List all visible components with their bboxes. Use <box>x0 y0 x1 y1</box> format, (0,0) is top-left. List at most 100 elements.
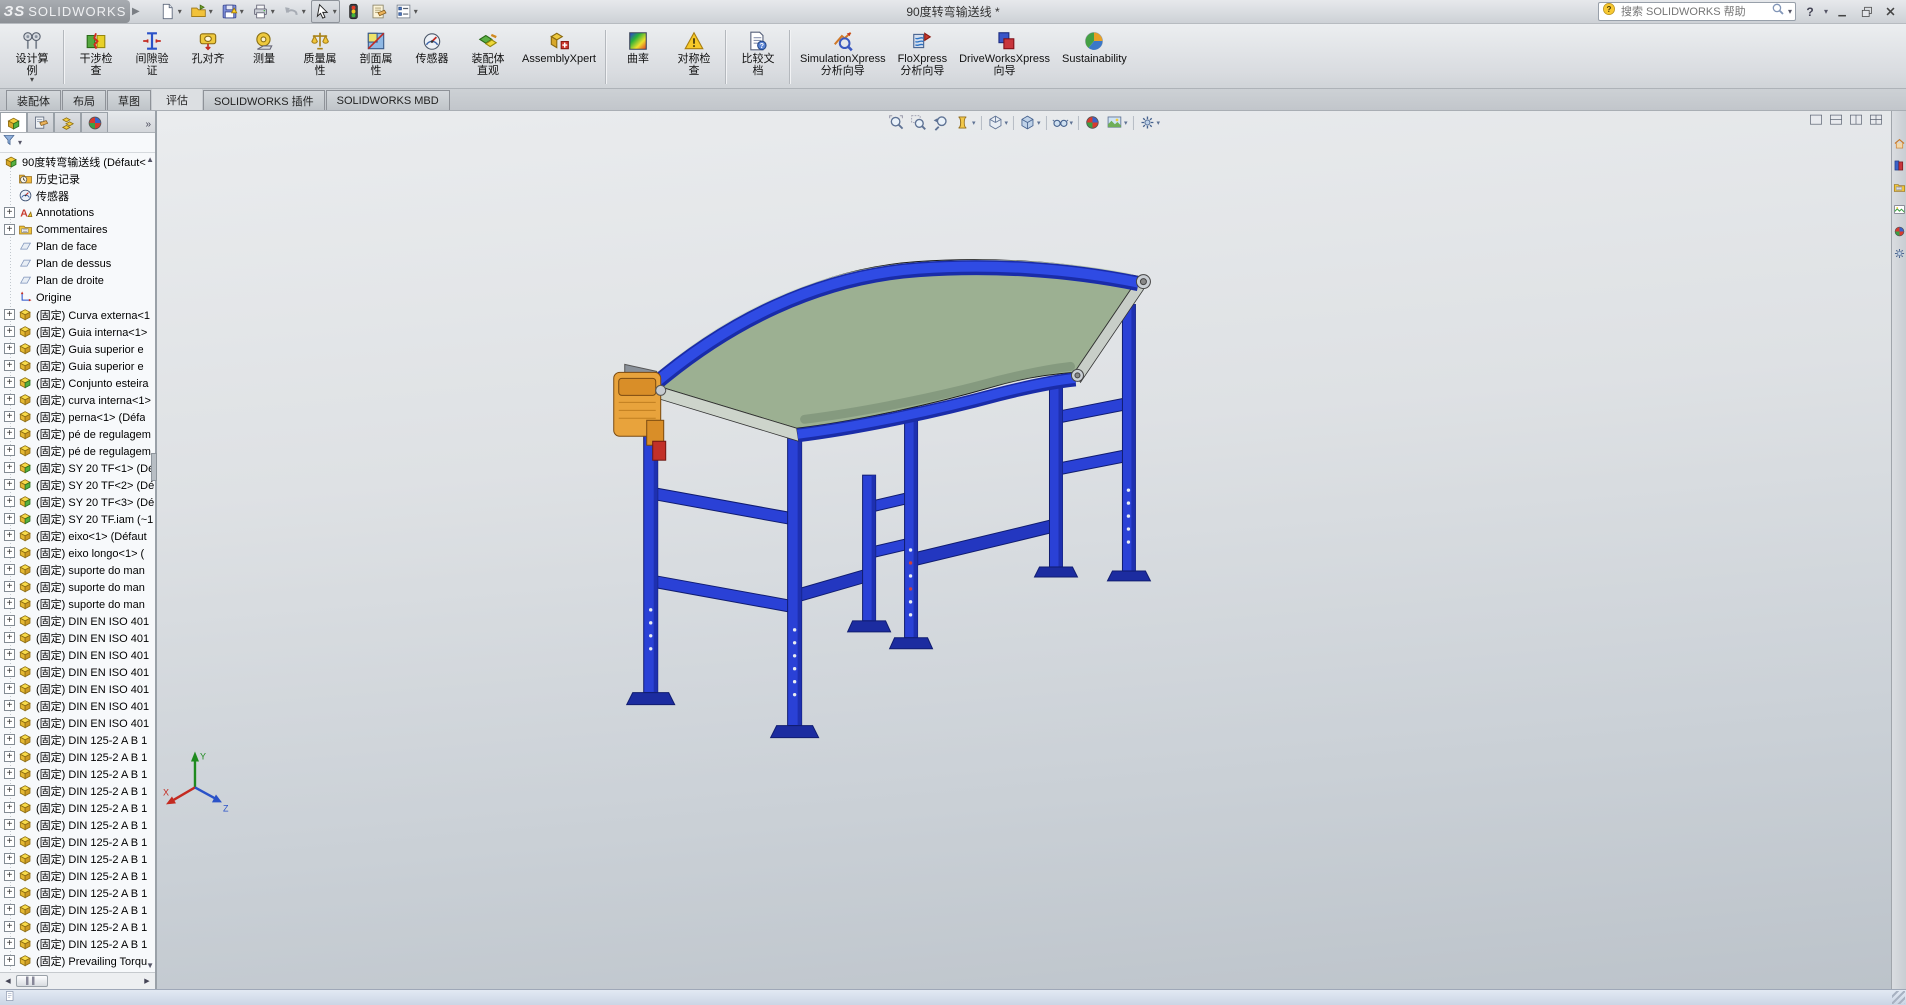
dropdown-arrow-icon[interactable]: ▾ <box>1157 119 1161 127</box>
sustainability-button[interactable]: Sustainability <box>1056 26 1133 88</box>
expand-plus-icon[interactable]: + <box>4 496 15 507</box>
expand-plus-icon[interactable]: + <box>4 326 15 337</box>
taskpane-custom-properties-tab[interactable] <box>1893 247 1906 260</box>
tree-item[interactable]: Plan de droite <box>0 272 155 289</box>
expand-plus-icon[interactable]: + <box>4 598 15 609</box>
tree-root-item[interactable]: 90度转弯输送线 (Défaut< <box>0 153 155 170</box>
expand-plus-icon[interactable]: + <box>4 887 15 898</box>
edit-appearance-button[interactable] <box>1082 113 1103 132</box>
dropdown-arrow-icon[interactable]: ▾ <box>1004 119 1008 127</box>
expand-plus-icon[interactable]: + <box>4 411 15 422</box>
tree-item[interactable]: Plan de dessus <box>0 255 155 272</box>
tree-item[interactable]: + (固定) Guia superior e <box>0 340 155 357</box>
search-input[interactable] <box>1618 4 1768 19</box>
expand-plus-icon[interactable]: + <box>4 581 15 592</box>
tree-item[interactable]: + (固定) SY 20 TF<2> (Dé <box>0 476 155 493</box>
search-icon[interactable] <box>1771 2 1785 21</box>
tree-item[interactable]: + (固定) pé de regulagem <box>0 442 155 459</box>
tree-item[interactable]: + (固定) Conjunto esteira <box>0 374 155 391</box>
scroll-left-arrow[interactable]: ◀ <box>2 977 14 985</box>
tree-item[interactable]: + A Annotations <box>0 204 155 221</box>
measure-button[interactable]: 测量 <box>236 26 292 88</box>
tree-item[interactable]: + (固定) DIN 125-2 A B 1 <box>0 782 155 799</box>
panel-splitter-grip[interactable] <box>151 453 157 481</box>
expand-plus-icon[interactable]: + <box>4 683 15 694</box>
expand-plus-icon[interactable]: + <box>4 513 15 524</box>
tree-item[interactable]: + (固定) DIN 125-2 A B 1 <box>0 799 155 816</box>
minimize-button[interactable] <box>1832 3 1852 20</box>
expand-plus-icon[interactable]: + <box>4 836 15 847</box>
tree-item[interactable]: + (固定) DIN 125-2 A B 1 <box>0 935 155 952</box>
mass-properties-button[interactable]: 质量属性 <box>292 26 348 88</box>
tab-4[interactable]: SOLIDWORKS 插件 <box>203 90 325 110</box>
dropdown-arrow-icon[interactable]: ▾ <box>178 7 182 16</box>
tree-item[interactable]: Plan de face <box>0 238 155 255</box>
tree-item[interactable]: + (固定) DIN 125-2 A B 1 <box>0 765 155 782</box>
undo-button[interactable]: ▾ <box>280 0 309 23</box>
expand-plus-icon[interactable]: + <box>4 428 15 439</box>
dropdown-arrow-icon[interactable]: ▾ <box>1070 119 1074 127</box>
taskpane-solidworks-resources-tab[interactable] <box>1893 137 1906 150</box>
expand-plus-icon[interactable]: + <box>4 717 15 728</box>
help-button[interactable]: ? <box>1800 3 1820 20</box>
flyout-arrow-icon[interactable]: ▾ <box>30 76 34 84</box>
dropdown-arrow-icon[interactable]: ▾ <box>1124 119 1128 127</box>
section-properties-button[interactable]: 剖面属性 <box>348 26 404 88</box>
expand-plus-icon[interactable]: + <box>4 802 15 813</box>
expand-plus-icon[interactable]: + <box>4 530 15 541</box>
help-dropdown[interactable]: ▾ <box>1824 7 1828 16</box>
scrollbar-thumb[interactable]: ▌▌ <box>16 975 48 987</box>
tree-item[interactable]: + (固定) DIN 125-2 A B 1 <box>0 833 155 850</box>
expand-plus-icon[interactable]: + <box>4 785 15 796</box>
tree-item[interactable]: + Commentaires <box>0 221 155 238</box>
expand-plus-icon[interactable]: + <box>4 904 15 915</box>
display-style-button[interactable]: ▾ <box>1017 113 1043 132</box>
open-button[interactable]: ▾ <box>187 0 216 23</box>
tree-item[interactable]: + (固定) DIN 125-2 A B 1 <box>0 884 155 901</box>
hide-show-items-button[interactable]: ▾ <box>1050 113 1076 132</box>
tree-item[interactable]: + (固定) DIN 125-2 A B 1 <box>0 918 155 935</box>
view-orientation-button[interactable]: ▾ <box>984 113 1010 132</box>
tree-item[interactable]: + (固定) DIN 125-2 A B 1 <box>0 748 155 765</box>
expand-plus-icon[interactable]: + <box>4 870 15 881</box>
taskpane-appearances-tab[interactable] <box>1893 225 1906 238</box>
tab-2[interactable]: 草图 <box>107 90 151 110</box>
tree-item[interactable]: + (固定) SY 20 TF.iam (~1 <box>0 510 155 527</box>
tree-item[interactable]: + (固定) DIN EN ISO 401 <box>0 714 155 731</box>
expand-plus-icon[interactable]: + <box>4 666 15 677</box>
filter-dropdown[interactable]: ▾ <box>18 138 22 147</box>
tree-item[interactable]: + (固定) DIN 125-2 A B 1 <box>0 867 155 884</box>
clearance-verify-button[interactable]: 间隙验证 <box>124 26 180 88</box>
sensor-button[interactable]: 传感器 <box>404 26 460 88</box>
search-box[interactable]: ? ▾ <box>1597 2 1796 21</box>
taskpane-file-explorer-tab[interactable] <box>1893 181 1906 194</box>
compare-documents-button[interactable]: ? 比较文档 <box>730 26 786 88</box>
restore-button[interactable] <box>1856 3 1876 20</box>
tree-item[interactable]: + (固定) DIN EN ISO 401 <box>0 612 155 629</box>
tree-scroll-down-arrow[interactable]: ▼ <box>146 961 154 970</box>
floxpress-wizard-button[interactable]: FloXpress 分析向导 <box>892 26 954 88</box>
expand-plus-icon[interactable]: + <box>4 632 15 643</box>
tree-item[interactable]: + (固定) suporte do man <box>0 561 155 578</box>
expand-plus-icon[interactable]: + <box>4 207 15 218</box>
orientation-triad[interactable]: X Y Z <box>163 752 229 814</box>
previous-view-button[interactable] <box>930 113 951 132</box>
tree-item[interactable]: + (固定) Curva externa<1 <box>0 306 155 323</box>
expand-plus-icon[interactable]: + <box>4 547 15 558</box>
tree-item[interactable]: + (固定) Guia interna<1> <box>0 323 155 340</box>
dropdown-arrow-icon[interactable]: ▾ <box>972 119 976 127</box>
window-layout-two-horizontal-button[interactable] <box>1829 113 1843 127</box>
print-button[interactable]: ▾ <box>249 0 278 23</box>
tree-item[interactable]: + (固定) DIN 125-2 A B 1 <box>0 731 155 748</box>
symmetry-check-button[interactable]: 对称检查 <box>666 26 722 88</box>
apply-scene-button[interactable]: ▾ <box>1104 113 1130 132</box>
tree-item[interactable]: + (固定) DIN EN ISO 401 <box>0 680 155 697</box>
expand-plus-icon[interactable]: + <box>4 377 15 388</box>
tree-item[interactable]: + (固定) SY 20 TF<1> (Dé <box>0 459 155 476</box>
expand-plus-icon[interactable]: + <box>4 343 15 354</box>
dropdown-arrow-icon[interactable]: ▾ <box>414 7 418 16</box>
close-button[interactable] <box>1880 3 1900 20</box>
menu-expand-chevron[interactable]: ▶ <box>132 6 140 17</box>
window-layout-four-button[interactable] <box>1869 113 1883 127</box>
expand-plus-icon[interactable]: + <box>4 819 15 830</box>
